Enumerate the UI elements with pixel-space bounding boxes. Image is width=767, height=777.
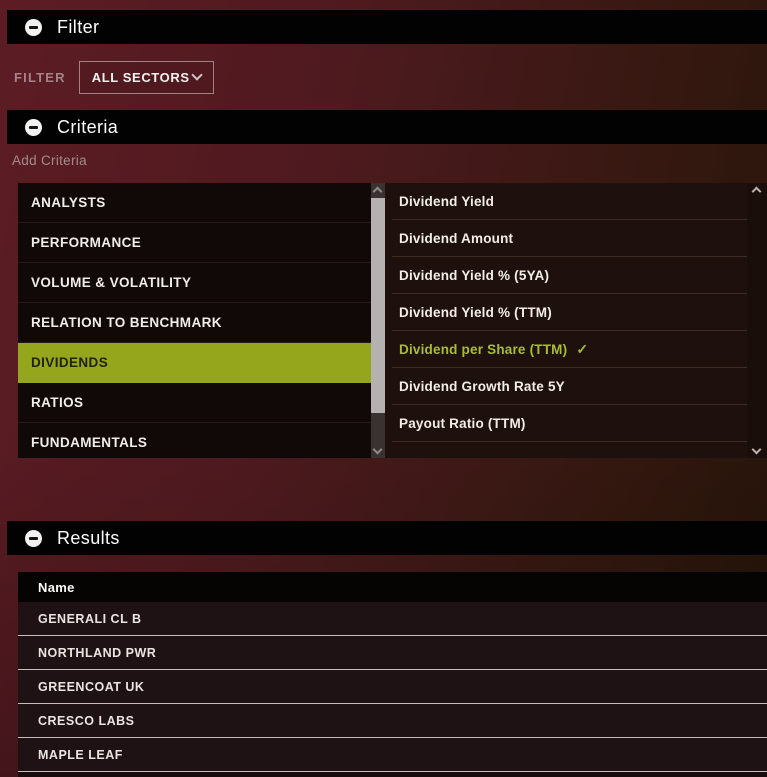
criteria-section-title: Criteria: [57, 117, 118, 138]
criteria-section-header: Criteria: [7, 110, 767, 144]
category-item-ratios[interactable]: RATIOS: [18, 383, 371, 423]
sector-dropdown-value: ALL SECTORS: [92, 70, 190, 85]
table-next-row-edge: [18, 772, 767, 777]
chevron-down-icon: [191, 69, 202, 80]
criteria-item-dividend-amount[interactable]: Dividend Amount: [392, 220, 747, 257]
table-row[interactable]: MAPLE LEAF: [18, 738, 767, 772]
criteria-item-dividend-growth-rate-5y[interactable]: Dividend Growth Rate 5Y: [392, 368, 747, 405]
criteria-item-list: Dividend Yield Dividend Amount Dividend …: [385, 183, 767, 458]
category-item-analysts[interactable]: ANALYSTS: [18, 183, 371, 223]
results-column-header: Name: [18, 572, 767, 602]
criteria-item-dividend-per-share-ttm[interactable]: Dividend per Share (TTM) ✓: [392, 331, 747, 368]
criteria-item-dividend-yield-ttm[interactable]: Dividend Yield % (TTM): [392, 294, 747, 331]
category-item-performance[interactable]: PERFORMANCE: [18, 223, 371, 263]
results-gap: [0, 555, 767, 572]
criteria-item-dividend-yield-5ya[interactable]: Dividend Yield % (5YA): [392, 257, 747, 294]
collapse-minus-icon[interactable]: [25, 19, 42, 36]
criteria-item-list-scrollbar[interactable]: [747, 183, 767, 458]
table-row[interactable]: GENERALI CL B: [18, 602, 767, 636]
scroll-up-icon[interactable]: [752, 187, 762, 197]
filter-body: FILTER ALL SECTORS: [0, 44, 767, 110]
check-icon: ✓: [576, 341, 588, 357]
results-section-header: Results: [7, 521, 767, 555]
criteria-item-label: Dividend per Share (TTM): [399, 342, 567, 357]
table-row[interactable]: NORTHLAND PWR: [18, 636, 767, 670]
sector-dropdown[interactable]: ALL SECTORS: [79, 61, 214, 94]
category-list-scrollbar[interactable]: [371, 183, 385, 458]
collapse-minus-icon[interactable]: [25, 530, 42, 547]
filter-section-header: Filter: [7, 10, 767, 44]
results-section-title: Results: [57, 528, 120, 549]
criteria-panel: ANALYSTS PERFORMANCE VOLUME & VOLATILITY…: [18, 183, 767, 458]
results-table: Name GENERALI CL B NORTHLAND PWR GREENCO…: [18, 572, 767, 777]
table-row[interactable]: CRESCO LABS: [18, 704, 767, 738]
page-top-margin: [0, 0, 767, 10]
category-list: ANALYSTS PERFORMANCE VOLUME & VOLATILITY…: [18, 183, 371, 458]
filter-section-title: Filter: [57, 17, 99, 38]
collapse-minus-icon[interactable]: [25, 119, 42, 136]
section-gap: [0, 458, 767, 521]
add-criteria-label: Add Criteria: [0, 144, 767, 183]
criteria-item-dividend-yield[interactable]: Dividend Yield: [392, 183, 747, 220]
scrollbar-thumb[interactable]: [371, 198, 385, 413]
category-item-relation-to-benchmark[interactable]: RELATION TO BENCHMARK: [18, 303, 371, 343]
scroll-down-icon[interactable]: [373, 445, 383, 455]
category-item-volume-volatility[interactable]: VOLUME & VOLATILITY: [18, 263, 371, 303]
table-row[interactable]: GREENCOAT UK: [18, 670, 767, 704]
filter-field-label: FILTER: [14, 70, 66, 85]
scroll-up-icon[interactable]: [373, 187, 383, 197]
scroll-down-icon[interactable]: [752, 445, 762, 455]
category-item-fundamentals[interactable]: FUNDAMENTALS: [18, 423, 371, 458]
criteria-item-payout-ratio-ttm[interactable]: Payout Ratio (TTM): [392, 405, 747, 442]
category-item-dividends[interactable]: DIVIDENDS: [18, 343, 371, 383]
